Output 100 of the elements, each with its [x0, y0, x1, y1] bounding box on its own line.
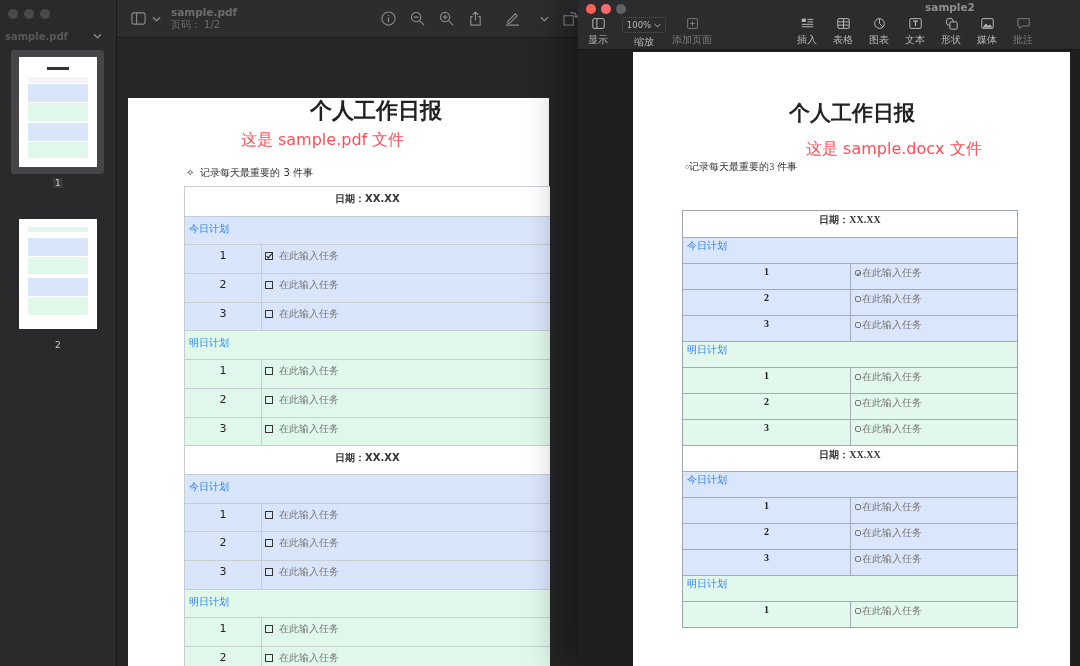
checkbox[interactable]	[855, 608, 861, 614]
task-text: 在此输入任务	[862, 397, 922, 409]
chevron-icon[interactable]	[654, 22, 662, 28]
bullet-icon: ✧	[185, 166, 195, 180]
task-text: 在此输入任务	[278, 508, 339, 521]
date-row: 日期：XX.XX	[184, 445, 550, 474]
list-icon[interactable]	[799, 17, 815, 30]
document-title: 个人工作日报	[308, 98, 443, 124]
checkbox[interactable]	[264, 309, 273, 318]
checkbox[interactable]	[855, 270, 861, 276]
toolbar-button[interactable]: 媒体	[969, 17, 1005, 49]
checkbox[interactable]	[264, 510, 273, 519]
task-text: 在此输入任务	[278, 250, 339, 263]
note-text: 记录每天最重要的3 件事	[689, 161, 797, 173]
table-icon[interactable]	[835, 17, 851, 30]
zoom-in-icon[interactable]	[439, 11, 454, 26]
task-text: 在此输入任务	[278, 652, 339, 664]
sidebar-icon[interactable]	[590, 17, 606, 30]
task-text: 在此输入任务	[278, 393, 339, 406]
checkbox[interactable]	[855, 530, 861, 536]
table-cell: 1	[184, 360, 262, 388]
section-heading: 明日计划	[184, 588, 550, 618]
chevron-icon[interactable]	[540, 15, 549, 22]
checkbox[interactable]	[855, 504, 861, 510]
window-title: sample2	[925, 1, 975, 13]
checkbox[interactable]	[264, 654, 273, 662]
checkbox[interactable]	[855, 374, 861, 380]
checkbox[interactable]	[264, 567, 273, 576]
toolbar-button[interactable]: 表格	[825, 17, 861, 49]
task-text: 在此输入任务	[278, 279, 339, 292]
chevron-icon[interactable]	[92, 33, 102, 39]
table-cell: 3	[184, 560, 262, 589]
page-number: 2	[54, 340, 62, 350]
checkbox[interactable]	[264, 625, 273, 634]
checkbox[interactable]	[855, 426, 861, 432]
task-text: 在此输入任务	[278, 365, 339, 378]
toolbar-button[interactable]: 插入	[789, 17, 825, 49]
task-text: 在此输入任务	[862, 527, 922, 539]
checkbox[interactable]	[855, 322, 861, 328]
task-text: 在此输入任务	[278, 623, 339, 636]
checkbox[interactable]	[855, 556, 861, 562]
section-heading: 明日计划	[683, 341, 1017, 367]
toolbar-button[interactable]: 100% 缩放	[620, 17, 668, 49]
section-heading: 明日计划	[683, 575, 1017, 601]
toolbar-button[interactable]: 显示	[580, 17, 616, 49]
section-heading: 今日计划	[683, 237, 1017, 263]
table-cell: 2	[184, 647, 262, 666]
checkbox[interactable]	[855, 400, 861, 406]
zoom-button[interactable]	[616, 4, 626, 14]
pie-chart-icon[interactable]	[871, 17, 887, 30]
minimize-button[interactable]	[601, 4, 611, 14]
zoom-out-icon[interactable]	[410, 11, 425, 26]
checkbox[interactable]	[264, 424, 273, 433]
toolbar-button[interactable]: 图表	[861, 17, 897, 49]
page-thumbnail[interactable]	[11, 50, 105, 174]
task-text: 在此输入任务	[862, 605, 922, 617]
toolbar-button[interactable]: 文本	[897, 17, 933, 49]
pen-icon[interactable]	[505, 11, 520, 26]
task-text: 在此输入任务	[278, 307, 339, 320]
task-text: 在此输入任务	[862, 371, 922, 383]
text-box-icon[interactable]	[907, 17, 923, 30]
task-text: 在此输入任务	[278, 422, 339, 435]
task-text: 在此输入任务	[862, 293, 922, 305]
toolbar-button[interactable]: 形状	[933, 17, 969, 49]
section-heading: 今日计划	[683, 471, 1017, 497]
checkbox[interactable]	[264, 395, 273, 404]
checkbox[interactable]	[264, 252, 273, 261]
page-number: 1	[53, 178, 63, 188]
image-icon[interactable]	[979, 17, 995, 30]
task-text: 在此输入任务	[862, 553, 922, 565]
table-cell: 2	[184, 388, 262, 417]
window-title: sample.pdf	[170, 5, 237, 18]
table-cell: 2	[184, 532, 262, 560]
task-text: 在此输入任务	[278, 537, 339, 550]
shapes-icon[interactable]	[943, 17, 959, 30]
sidebar-toggle-icon[interactable]	[130, 11, 146, 26]
checkbox[interactable]	[264, 539, 273, 548]
table-cell: 1	[683, 602, 851, 627]
section-heading: 今日计划	[184, 215, 550, 245]
task-text: 在此输入任务	[862, 501, 922, 513]
document-title: 个人工作日报	[787, 100, 916, 126]
task-text: 在此输入任务	[862, 319, 922, 331]
checkbox[interactable]	[264, 281, 273, 290]
task-text: 在此输入任务	[862, 267, 922, 279]
checkbox[interactable]	[855, 296, 861, 302]
share-icon[interactable]	[468, 11, 483, 26]
section-heading: 明日计划	[184, 330, 550, 360]
info-icon[interactable]	[381, 11, 396, 26]
section-heading: 今日计划	[184, 473, 550, 503]
close-button[interactable]	[586, 4, 596, 14]
checkbox[interactable]	[264, 367, 273, 376]
table-cell: 2	[184, 274, 262, 302]
note-text: 记录每天最重要的 3 件事	[200, 166, 313, 180]
chevron-icon[interactable]	[151, 15, 161, 22]
rotate-icon[interactable]	[563, 11, 578, 26]
file-label: 这是 sample.docx 文件	[806, 139, 983, 159]
page-indicator: 页码： 1/2	[170, 18, 222, 32]
task-text: 在此输入任务	[862, 423, 922, 435]
file-label: 这是 sample.pdf 文件	[240, 130, 406, 150]
task-text: 在此输入任务	[278, 565, 339, 578]
